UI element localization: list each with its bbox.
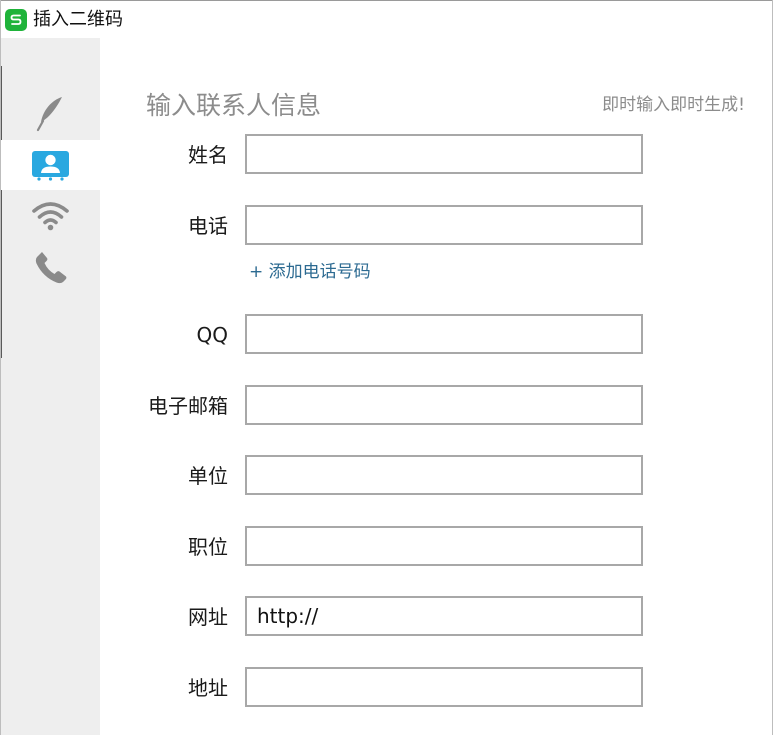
qq-input[interactable] <box>245 314 643 354</box>
sidebar-item-text[interactable] <box>1 88 100 138</box>
window-title: 插入二维码 <box>33 9 123 30</box>
section-tagline: 即时输入即时生成! <box>602 95 745 115</box>
title-bar: 插入二维码 <box>1 0 772 38</box>
job-title-input[interactable] <box>245 526 643 566</box>
wifi-icon <box>31 200 71 236</box>
address-label: 地址 <box>188 676 228 700</box>
company-input[interactable] <box>245 455 643 495</box>
sidebar-item-phone[interactable] <box>1 242 100 292</box>
website-input[interactable] <box>245 596 643 636</box>
feather-icon <box>31 93 71 137</box>
job-title-label: 职位 <box>188 535 228 559</box>
phone-input[interactable] <box>245 205 643 245</box>
add-phone-link[interactable]: + 添加电话号码 <box>249 261 371 283</box>
sidebar <box>1 38 100 735</box>
sidebar-item-contact[interactable] <box>1 140 100 190</box>
phone-label: 电话 <box>188 214 228 238</box>
email-label: 电子邮箱 <box>148 394 228 418</box>
phone-icon <box>31 248 71 292</box>
company-label: 单位 <box>188 464 228 488</box>
qq-label: QQ <box>196 323 228 347</box>
qr-insert-dialog: 插入二维码 输入联系人信息 即时输入即时生成! 姓名 电话 + 添加电话号码 Q… <box>0 0 773 735</box>
name-label: 姓名 <box>188 143 228 167</box>
section-heading: 输入联系人信息 <box>146 91 322 120</box>
sidebar-item-wifi[interactable] <box>1 190 100 240</box>
email-input[interactable] <box>245 385 643 425</box>
website-label: 网址 <box>188 605 228 629</box>
contact-card-icon <box>31 148 71 186</box>
name-input[interactable] <box>245 134 643 174</box>
address-input[interactable] <box>245 667 643 707</box>
app-logo-icon <box>5 9 27 31</box>
